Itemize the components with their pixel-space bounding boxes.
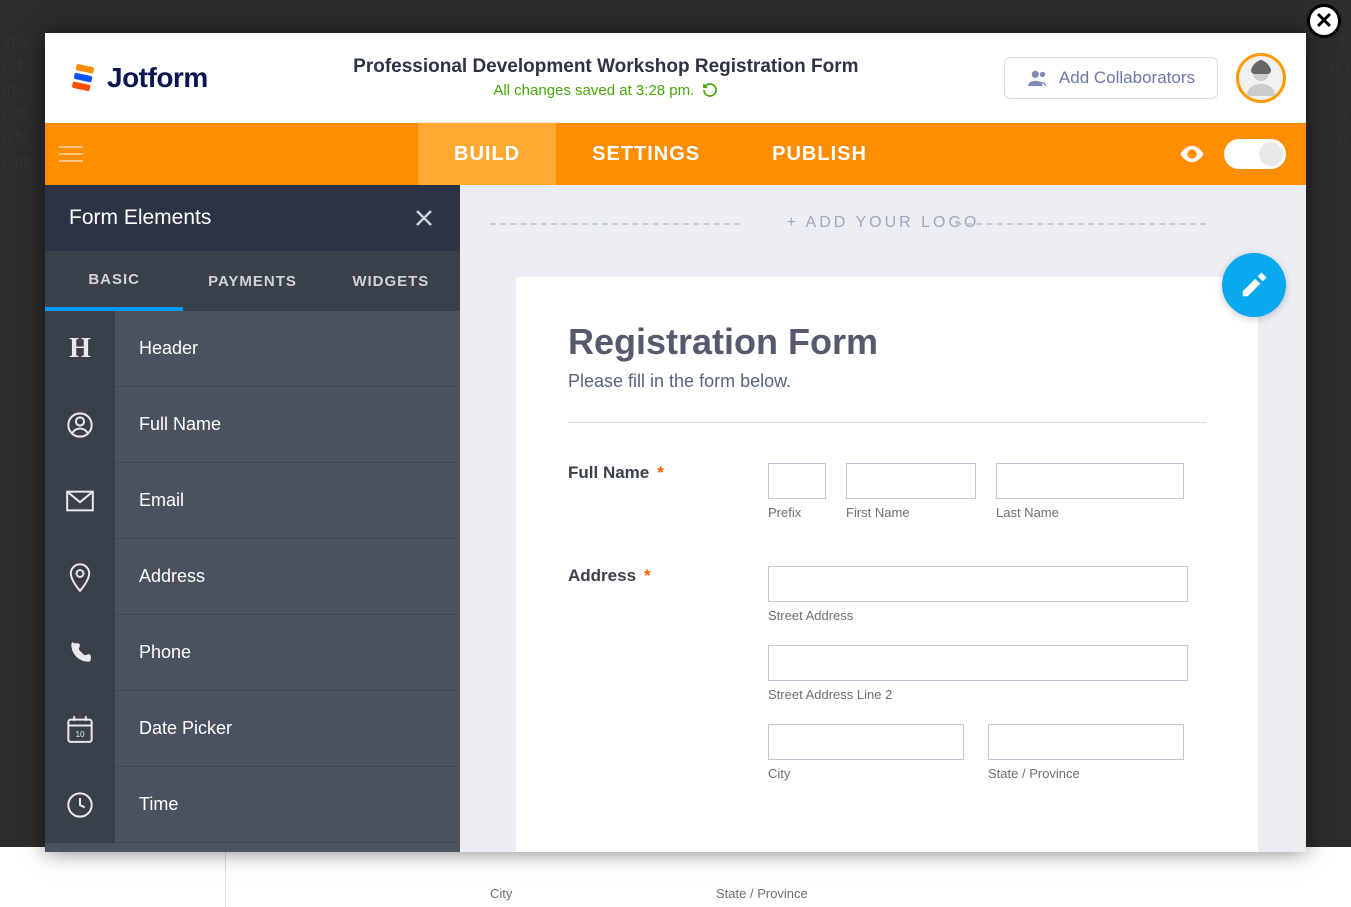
required-star: *: [657, 463, 664, 482]
save-status: All changes saved at 3:28 pm.: [493, 82, 718, 99]
add-logo-area: + ADD YOUR LOGO: [460, 185, 1306, 261]
element-label: Email: [115, 490, 184, 511]
dashed-line-right: [956, 223, 1206, 225]
street2-sublabel: Street Address Line 2: [768, 687, 1206, 702]
prefix-sublabel: Prefix: [768, 505, 826, 520]
user-icon: [45, 387, 115, 463]
sidebar-tab-basic[interactable]: BASIC: [45, 251, 183, 311]
sidebar-title: Form Elements: [69, 206, 211, 230]
phone-icon: [45, 615, 115, 691]
jotform-logo[interactable]: Jotform: [65, 60, 208, 96]
form-builder-modal: Jotform Professional Development Worksho…: [45, 33, 1306, 852]
undo-icon[interactable]: [702, 82, 718, 98]
add-collaborators-button[interactable]: Add Collaborators: [1004, 57, 1218, 99]
field-address[interactable]: Address * Street Address Street Address L…: [568, 566, 1206, 781]
close-sidebar-icon[interactable]: [412, 206, 436, 230]
user-avatar[interactable]: [1236, 53, 1286, 103]
workspace: Form Elements BASIC PAYMENTS WIDGETS H H…: [45, 185, 1306, 852]
city-input[interactable]: [768, 724, 964, 760]
form-title[interactable]: Professional Development Workshop Regist…: [208, 56, 1004, 78]
last-name-input[interactable]: [996, 463, 1184, 499]
required-star: *: [644, 566, 651, 585]
elements-list: H Header Full Name Email Address P: [45, 311, 460, 852]
state-input[interactable]: [988, 724, 1184, 760]
background-text-left: ipsu cid tru t. D n fu ulpa: [3, 30, 43, 174]
header: Jotform Professional Development Worksho…: [45, 33, 1306, 123]
bg-city-label: City: [490, 886, 512, 901]
element-label: Full Name: [115, 414, 221, 435]
field-full-name[interactable]: Full Name * Prefix First Name Last Name: [568, 463, 1206, 520]
logo-text: Jotform: [107, 62, 208, 94]
state-sublabel: State / Province: [988, 766, 1184, 781]
tab-build[interactable]: BUILD: [418, 123, 556, 185]
city-sublabel: City: [768, 766, 964, 781]
form-subheading[interactable]: Please fill in the form below.: [568, 371, 1206, 392]
dashed-line-left: [490, 223, 740, 225]
divider: [568, 422, 1206, 423]
design-button[interactable]: [1222, 253, 1286, 317]
full-name-label: Full Name: [568, 463, 649, 482]
hamburger-menu[interactable]: [45, 123, 93, 185]
bg-state-label: State / Province: [716, 886, 808, 901]
element-full-name[interactable]: Full Name: [45, 387, 460, 463]
tab-settings[interactable]: SETTINGS: [556, 123, 736, 185]
clock-icon: [45, 767, 115, 843]
nav-bar: BUILD SETTINGS PUBLISH: [45, 123, 1306, 185]
element-time[interactable]: Time: [45, 767, 460, 843]
first-name-input[interactable]: [846, 463, 976, 499]
street-address-input[interactable]: [768, 566, 1188, 602]
toggle-switch[interactable]: [1224, 139, 1286, 169]
svg-text:10: 10: [75, 730, 85, 739]
mail-icon: [45, 463, 115, 539]
element-label: Header: [115, 338, 198, 359]
preview-icon[interactable]: [1178, 140, 1206, 168]
sidebar-tab-payments[interactable]: PAYMENTS: [183, 251, 321, 311]
prefix-input[interactable]: [768, 463, 826, 499]
tab-publish[interactable]: PUBLISH: [736, 123, 903, 185]
element-header[interactable]: H Header: [45, 311, 460, 387]
header-icon: H: [45, 311, 115, 387]
pin-icon: [45, 539, 115, 615]
element-label: Address: [115, 566, 205, 587]
element-label: Phone: [115, 642, 191, 663]
collab-label: Add Collaborators: [1059, 68, 1195, 88]
logo-mark-icon: [65, 60, 101, 96]
sidebar: Form Elements BASIC PAYMENTS WIDGETS H H…: [45, 185, 460, 852]
background-text-right: ein vcosepr: [1311, 30, 1351, 150]
last-name-sublabel: Last Name: [996, 505, 1184, 520]
collaborators-icon: [1027, 69, 1049, 87]
modal-close-button[interactable]: ✕: [1307, 4, 1341, 38]
calendar-icon: 10: [45, 691, 115, 767]
first-name-sublabel: First Name: [846, 505, 976, 520]
element-label: Time: [115, 794, 178, 815]
sidebar-tab-widgets[interactable]: WIDGETS: [322, 251, 460, 311]
save-status-text: All changes saved at 3:28 pm.: [493, 82, 694, 99]
street-address-2-input[interactable]: [768, 645, 1188, 681]
street1-sublabel: Street Address: [768, 608, 1206, 623]
address-label: Address: [568, 566, 636, 585]
element-label: Date Picker: [115, 718, 232, 739]
element-address[interactable]: Address: [45, 539, 460, 615]
element-phone[interactable]: Phone: [45, 615, 460, 691]
element-email[interactable]: Email: [45, 463, 460, 539]
add-logo-button[interactable]: + ADD YOUR LOGO: [787, 214, 980, 232]
form-heading[interactable]: Registration Form: [568, 321, 1206, 363]
element-date-picker[interactable]: 10 Date Picker: [45, 691, 460, 767]
background-bottom: [0, 847, 1351, 907]
background-divider: [225, 847, 226, 907]
form-card: Registration Form Please fill in the for…: [516, 277, 1258, 852]
form-canvas: + ADD YOUR LOGO Registration Form Please…: [460, 185, 1306, 852]
